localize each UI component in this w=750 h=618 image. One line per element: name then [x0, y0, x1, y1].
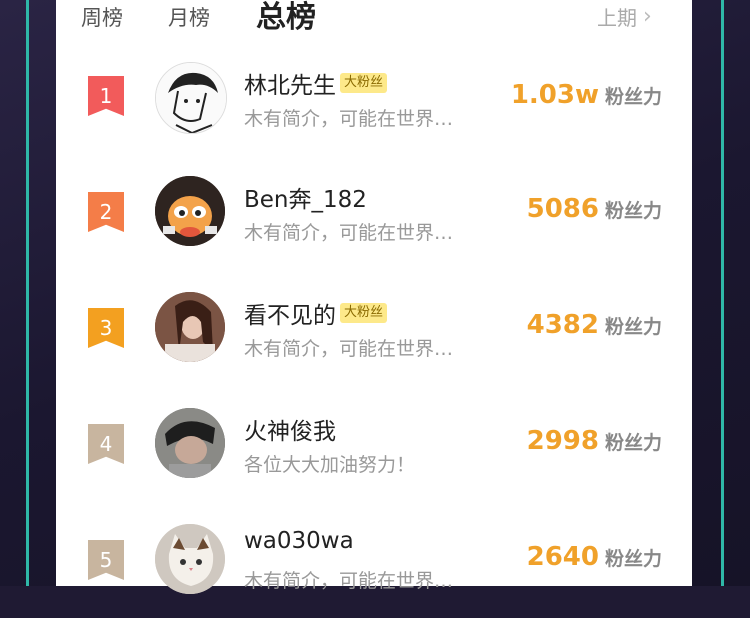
man-photo-avatar-icon	[155, 408, 225, 478]
previous-period-button[interactable]: 上期 ›	[597, 2, 652, 31]
user-bio: 各位大大加油努力！	[244, 454, 416, 476]
leaderboard-card: 周榜 月榜 总榜 上期 › 1 林北先生 大粉丝 木有简介，可能在世界… 1.0…	[56, 0, 692, 594]
frame-border-right	[721, 0, 724, 586]
user-bio: 木有简介，可能在世界…	[244, 108, 454, 130]
user-name[interactable]: 林北先生 大粉丝	[244, 66, 388, 100]
fan-power-score: 2998 粉丝力	[527, 426, 662, 456]
chevron-right-icon: ›	[643, 3, 652, 29]
big-fan-badge: 大粉丝	[340, 73, 388, 93]
user-bio: 木有简介，可能在世界…	[244, 222, 454, 244]
leaderboard-row[interactable]: 3 看不见的 大粉丝 木有简介，可能在世界… 4382 粉丝力	[56, 270, 692, 386]
score-unit: 粉丝力	[604, 548, 662, 570]
leaderboard-row[interactable]: 1 林北先生 大粉丝 木有简介，可能在世界… 1.03w 粉丝力	[56, 38, 692, 154]
score-unit: 粉丝力	[604, 200, 662, 222]
previous-period-label: 上期	[597, 6, 637, 30]
user-name-text: 火神俊我	[244, 419, 336, 445]
score-value: 2640	[526, 542, 599, 572]
score-value: 2998	[526, 426, 599, 456]
leaderboard-row[interactable]: 5 wa030wa 木有简介，可能在世界… 2640 粉丝力	[56, 502, 692, 618]
big-fan-badge: 大粉丝	[340, 303, 388, 323]
avatar[interactable]	[155, 292, 225, 362]
user-name[interactable]: 看不见的 大粉丝	[244, 296, 388, 330]
tab-monthly[interactable]: 月榜	[168, 2, 210, 32]
rank-badge: 2	[88, 192, 124, 232]
avatar[interactable]	[155, 176, 225, 246]
avatar[interactable]	[155, 408, 225, 478]
tab-weekly[interactable]: 周榜	[81, 2, 123, 32]
score-unit: 粉丝力	[604, 316, 662, 338]
cat-photo-avatar-icon	[155, 524, 225, 594]
user-bio: 木有简介，可能在世界…	[244, 338, 454, 360]
user-name[interactable]: Ben奔_182	[244, 180, 367, 214]
anime-boy-avatar-icon	[156, 63, 226, 133]
rank-badge: 3	[88, 308, 124, 348]
fan-power-score: 4382 粉丝力	[527, 310, 662, 340]
user-name-text: 林北先生	[244, 73, 336, 99]
period-tabs: 周榜 月榜 总榜 上期 ›	[56, 0, 692, 36]
score-unit: 粉丝力	[604, 432, 662, 454]
rank-badge: 5	[88, 540, 124, 580]
cartoon-character-avatar-icon	[155, 176, 225, 246]
app-background: 周榜 月榜 总榜 上期 › 1 林北先生 大粉丝 木有简介，可能在世界… 1.0…	[0, 0, 750, 594]
woman-photo-avatar-icon	[155, 292, 225, 362]
user-name-text: 看不见的	[244, 303, 336, 329]
score-value: 5086	[526, 194, 599, 224]
avatar[interactable]	[155, 62, 227, 134]
user-name[interactable]: 火神俊我	[244, 412, 336, 446]
avatar[interactable]	[155, 524, 225, 594]
score-value: 4382	[526, 310, 599, 340]
user-name-text: Ben奔_182	[244, 187, 367, 213]
leaderboard-row[interactable]: 4 火神俊我 各位大大加油努力！ 2998 粉丝力	[56, 386, 692, 502]
user-name[interactable]: wa030wa	[244, 528, 354, 554]
fan-power-score: 5086 粉丝力	[527, 194, 662, 224]
score-value: 1.03w	[510, 80, 599, 110]
fan-power-score: 2640 粉丝力	[527, 542, 662, 572]
frame-border-left	[26, 0, 29, 586]
rank-badge: 1	[88, 76, 124, 116]
tab-total[interactable]: 总榜	[256, 0, 316, 36]
user-name-text: wa030wa	[244, 528, 354, 554]
rank-badge: 4	[88, 424, 124, 464]
fan-power-score: 1.03w 粉丝力	[511, 80, 662, 110]
score-unit: 粉丝力	[604, 86, 662, 108]
leaderboard-row[interactable]: 2 Ben奔_182 木有简介，可能在世界… 5086 粉丝力	[56, 154, 692, 270]
user-bio: 木有简介，可能在世界…	[244, 570, 454, 592]
